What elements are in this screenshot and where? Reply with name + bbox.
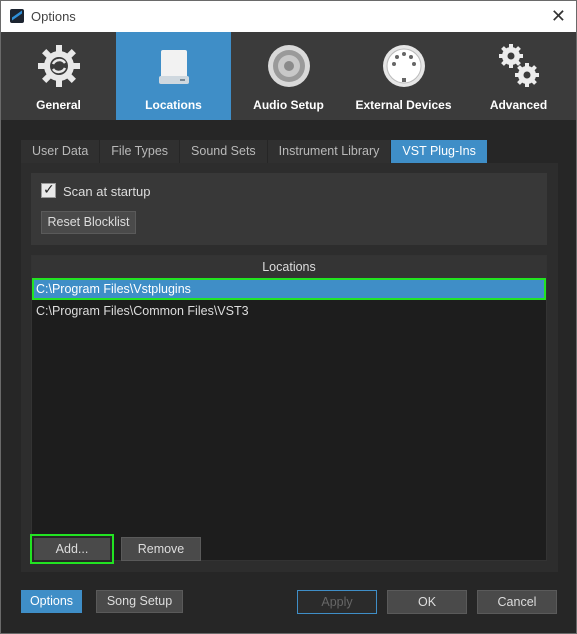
category-label: Locations [145,98,202,112]
category-label: Audio Setup [253,98,324,112]
apply-button[interactable]: Apply [297,590,377,614]
dialog-footer: Options Song Setup Apply OK Cancel [1,572,576,633]
app-icon [10,9,24,23]
speaker-icon [267,45,310,87]
options-dialog: Options ✕ General Locations Audio Setup … [0,0,577,634]
options-button[interactable]: Options [21,590,82,613]
ok-button[interactable]: OK [387,590,467,614]
vst-settings-panel: ✓ Scan at startup Reset Blocklist Locati… [21,163,558,572]
scan-at-startup-label: Scan at startup [63,184,151,199]
remove-location-button[interactable]: Remove [121,537,201,561]
subtab-bar: User Data File Types Sound Sets Instrume… [21,140,488,163]
category-locations[interactable]: Locations [116,32,231,120]
category-bar: General Locations Audio Setup External D… [1,32,576,120]
midi-connector-icon [382,45,425,87]
gear-icon [37,45,80,87]
list-item[interactable]: C:\Program Files\Vstplugins [32,278,546,300]
main-panel: User Data File Types Sound Sets Instrume… [1,120,576,572]
title-bar: Options ✕ [1,1,576,32]
add-location-button[interactable]: Add... [30,534,114,564]
close-icon[interactable]: ✕ [551,6,566,26]
tab-sound-sets[interactable]: Sound Sets [180,140,268,163]
locations-list[interactable]: Locations C:\Program Files\Vstplugins C:… [31,255,547,561]
song-setup-button[interactable]: Song Setup [96,590,183,613]
tab-vst-plug-ins[interactable]: VST Plug-Ins [391,140,488,163]
list-item[interactable]: C:\Program Files\Common Files\VST3 [32,300,546,322]
category-general[interactable]: General [1,32,116,120]
tab-file-types[interactable]: File Types [100,140,181,163]
category-external-devices[interactable]: External Devices [346,32,461,120]
category-label: Advanced [489,98,548,112]
gears-icon [498,44,539,87]
cancel-button[interactable]: Cancel [477,590,557,614]
scan-at-startup-checkbox[interactable]: ✓ [41,181,56,198]
tab-instrument-library[interactable]: Instrument Library [267,140,392,163]
locations-header: Locations [32,256,546,278]
category-label: External Devices [355,98,452,112]
checkmark-icon: ✓ [43,181,55,197]
reset-blocklist-button[interactable]: Reset Blocklist [41,211,136,234]
tab-user-data[interactable]: User Data [21,140,101,163]
window-title: Options [31,9,76,24]
drive-icon [158,50,189,84]
category-label: General [36,98,81,112]
category-advanced[interactable]: Advanced [461,32,576,120]
scan-options-group: ✓ Scan at startup Reset Blocklist [31,173,547,245]
category-audio-setup[interactable]: Audio Setup [231,32,346,120]
